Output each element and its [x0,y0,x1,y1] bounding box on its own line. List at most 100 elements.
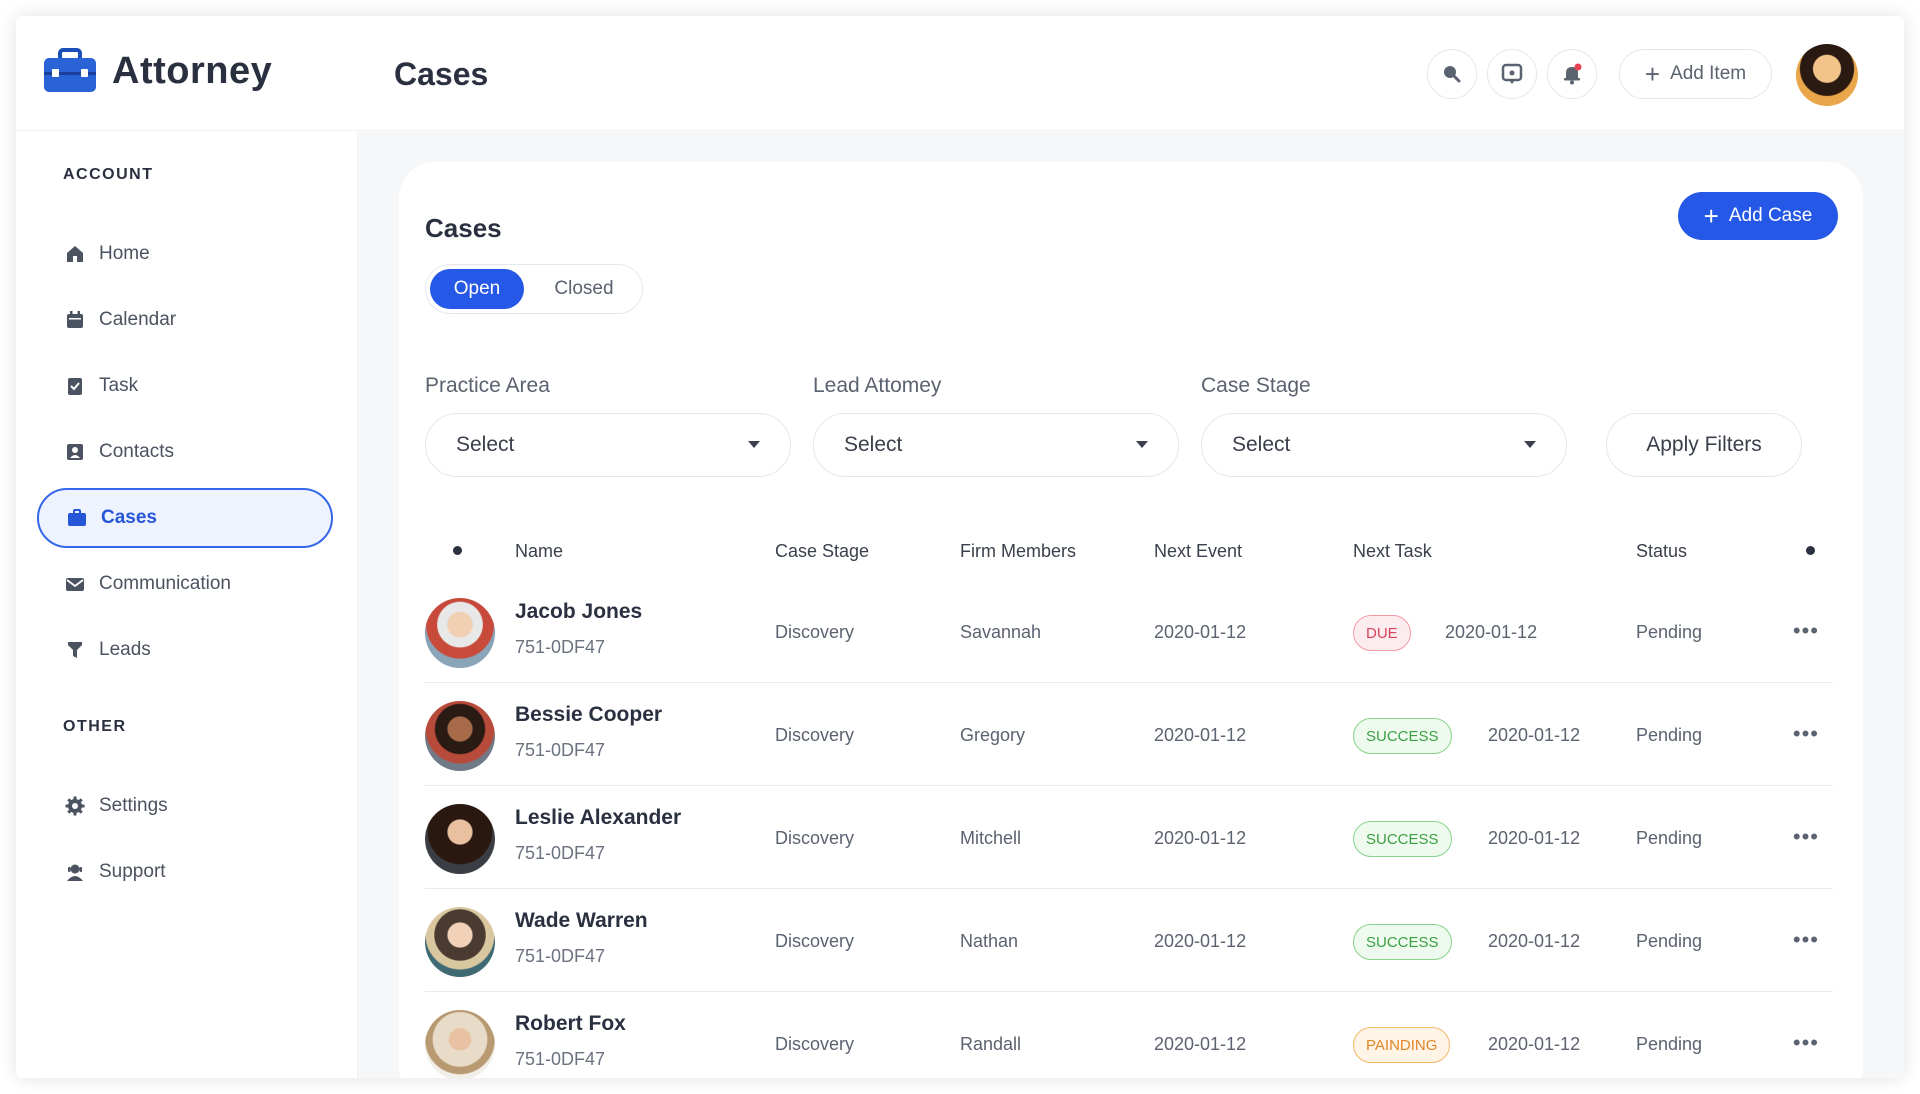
more-options-icon[interactable]: ••• [1793,721,1819,747]
tab-open[interactable]: Open [430,269,524,309]
firm-member: Nathan [960,931,1019,951]
tab-closed[interactable]: Closed [538,269,630,309]
apply-filters-button[interactable]: Apply Filters [1606,413,1802,477]
case-stage-select[interactable]: Select [1201,413,1567,477]
sidebar-item-support[interactable]: Support [37,842,333,902]
table-row[interactable]: Robert Fox 751-0DF47 Discovery Randall 2… [425,992,1833,1078]
column-header-case-stage[interactable]: Case Stage [775,541,869,562]
search-button[interactable] [1427,49,1477,99]
case-status: Pending [1636,828,1703,848]
briefcase-logo-icon [44,48,96,92]
case-id: 751-0DF47 [515,637,606,657]
sidebar-item-cases[interactable]: Cases [37,488,333,548]
gear-icon [65,796,85,816]
avatar [425,907,495,977]
support-icon [65,862,85,882]
status-badge: SUCCESS [1353,924,1452,960]
lead-attorney-label: Lead Attomey [813,374,942,397]
case-id: 751-0DF47 [515,946,606,966]
case-status: Pending [1636,931,1703,951]
table-row[interactable]: Jacob Jones 751-0DF47 Discovery Savannah… [425,580,1833,683]
case-status: Pending [1636,725,1703,745]
avatar [425,804,495,874]
column-header-status[interactable]: Status [1636,541,1687,562]
avatar [425,598,495,668]
sidebar-item-contacts[interactable]: Contacts [37,422,333,482]
add-case-label: Add Case [1728,205,1813,226]
next-task-date: 2020-01-12 [1488,931,1581,951]
plus-icon: + [1703,201,1719,231]
select-value: Select [844,433,903,456]
case-stage: Discovery [775,622,855,642]
other-section-label: OTHER [63,718,127,735]
table-row[interactable]: Leslie Alexander 751-0DF47 Discovery Mit… [425,786,1833,889]
chat-button[interactable] [1487,49,1537,99]
search-icon [1444,66,1461,83]
sidebar-item-task[interactable]: Task [37,356,333,416]
notifications-button[interactable] [1547,49,1597,99]
column-header-next-event[interactable]: Next Event [1154,541,1242,562]
next-task-date: 2020-01-12 [1488,725,1581,745]
column-header-next-task[interactable]: Next Task [1353,541,1432,562]
table-row[interactable]: Bessie Cooper 751-0DF47 Discovery Gregor… [425,683,1833,786]
more-options-icon[interactable]: ••• [1793,618,1819,644]
funnel-icon [65,640,85,660]
plus-icon: + [1644,59,1661,89]
sidebar-item-label: Settings [99,795,168,816]
bell-icon [1564,63,1582,85]
add-item-label: Add Item [1670,63,1747,84]
firm-member: Gregory [960,725,1026,745]
firm-member: Mitchell [960,828,1022,848]
contacts-icon [65,442,85,462]
case-id: 751-0DF47 [515,1049,606,1069]
case-status: Pending [1636,1034,1703,1054]
next-event: 2020-01-12 [1154,1034,1247,1054]
column-header-name[interactable]: Name [515,541,563,562]
case-status: Pending [1636,622,1703,642]
next-task-date: 2020-01-12 [1488,1034,1581,1054]
next-event: 2020-01-12 [1154,622,1247,642]
next-task-date: 2020-01-12 [1488,828,1581,848]
open-closed-toggle: Open Closed [425,264,643,314]
case-name: Bessie Cooper [515,703,663,726]
practice-area-select[interactable]: Select [425,413,791,477]
firm-member: Savannah [960,622,1042,642]
caret-down-icon [1136,441,1148,448]
sidebar-item-communication[interactable]: Communication [37,554,333,614]
column-header-firm-members[interactable]: Firm Members [960,541,1076,562]
add-case-button[interactable]: + Add Case [1678,192,1838,240]
more-options-icon[interactable]: ••• [1793,1030,1819,1056]
select-value: Select [456,433,515,456]
firm-member: Randall [960,1034,1022,1054]
home-icon [65,244,85,264]
case-id: 751-0DF47 [515,843,606,863]
caret-down-icon [1524,441,1536,448]
more-options-icon[interactable]: ••• [1793,927,1819,953]
sidebar-item-calendar[interactable]: Calendar [37,290,333,350]
sidebar-item-home[interactable]: Home [37,224,333,284]
sidebar-item-settings[interactable]: Settings [37,776,333,836]
app-window: Attorney Cases + Add Item ACCOUNT Home C… [16,16,1904,1078]
sidebar-item-label: Cases [101,507,157,528]
user-avatar[interactable] [1796,44,1858,106]
next-event: 2020-01-12 [1154,828,1247,848]
caret-down-icon [748,441,760,448]
sidebar-item-label: Communication [99,573,231,594]
table-row[interactable]: Wade Warren 751-0DF47 Discovery Nathan 2… [425,889,1833,992]
case-name: Robert Fox [515,1012,626,1035]
case-name: Leslie Alexander [515,806,682,829]
column-options-dot[interactable] [1806,546,1815,555]
select-all-dot[interactable] [453,546,462,555]
next-task-date: 2020-01-12 [1445,622,1538,642]
sidebar-item-leads[interactable]: Leads [37,620,333,680]
more-options-icon[interactable]: ••• [1793,824,1819,850]
lead-attorney-select[interactable]: Select [813,413,1179,477]
add-item-button[interactable]: + Add Item [1619,49,1772,99]
calendar-icon [65,310,85,330]
case-stage: Discovery [775,828,855,848]
next-event: 2020-01-12 [1154,931,1247,951]
status-badge: PAINDING [1353,1027,1451,1063]
case-stage: Discovery [775,1034,855,1054]
sidebar-item-label: Support [99,861,166,882]
case-stage: Discovery [775,725,855,745]
